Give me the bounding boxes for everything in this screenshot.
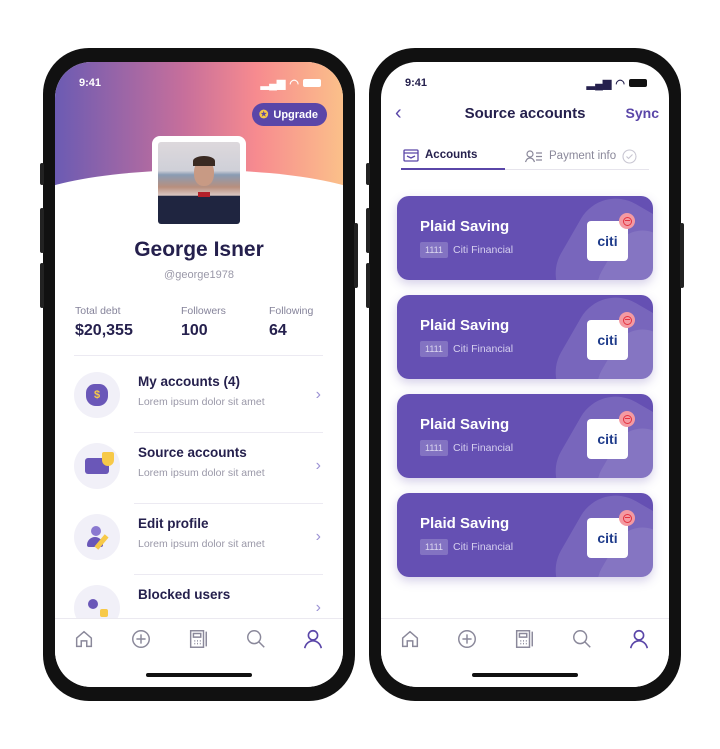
tab-payment-info[interactable]: Payment info <box>525 142 637 170</box>
status-time: 9:41 <box>405 77 428 89</box>
user-icon[interactable] <box>302 628 324 650</box>
menu-subtitle: Lorem ipsum dolor sit amet <box>138 396 265 408</box>
card-number: 1111 <box>420 440 449 456</box>
tab-label: Accounts <box>425 149 478 161</box>
chevron-right-icon: › <box>315 599 321 616</box>
card-title: Plaid Saving <box>420 218 510 235</box>
user-icon[interactable] <box>628 628 650 650</box>
card-bank: Citi Financial <box>453 244 514 256</box>
user-handle: @george1978 <box>164 269 234 281</box>
stat-total-debt: Total debt $20,355 <box>75 305 133 340</box>
money-bag-icon: $ <box>74 372 120 418</box>
medal-icon: ✪ <box>259 109 269 121</box>
search-icon[interactable] <box>571 628 593 650</box>
user-list-icon <box>525 149 542 162</box>
account-card[interactable]: Plaid Saving 1111 Citi Financial citi <box>397 493 653 577</box>
remove-icon[interactable] <box>619 510 635 526</box>
tab-bar: Accounts Payment info <box>401 142 649 170</box>
chevron-right-icon: › <box>315 386 321 403</box>
sync-button[interactable]: Sync <box>626 105 659 121</box>
status-bar: 9:41 ▂▄▆ ◠ <box>79 76 321 90</box>
battery-icon <box>303 79 321 87</box>
menu-my-accounts[interactable]: $ My accounts (4) Lorem ipsum dolor sit … <box>74 362 323 433</box>
status-time: 9:41 <box>79 77 102 89</box>
chevron-right-icon: › <box>315 528 321 545</box>
remove-icon[interactable] <box>619 312 635 328</box>
menu-title: My accounts (4) <box>138 374 241 389</box>
card-title: Plaid Saving <box>420 317 510 334</box>
check-circle-icon <box>622 148 637 164</box>
account-card[interactable]: Plaid Saving 1111 Citi Financial citi <box>397 196 653 280</box>
signal-icon: ▂▄▆ <box>260 77 286 90</box>
menu-title: Source accounts <box>138 445 247 460</box>
stat-label: Following <box>269 305 314 317</box>
menu-subtitle: Lorem ipsum dolor sit amet <box>138 467 265 479</box>
stat-value: $20,355 <box>75 322 133 339</box>
phone-profile: 9:41 ▂▄▆ ◠ ✪ Upgrade George Isner @george… <box>40 48 358 701</box>
stat-followers[interactable]: Followers 100 <box>181 305 226 340</box>
battery-icon <box>629 79 647 87</box>
card-shield-icon <box>74 443 120 489</box>
status-bar: 9:41 ▂▄▆ ◠ <box>405 76 647 90</box>
home-indicator <box>472 673 578 677</box>
menu-source-accounts[interactable]: Source accounts Lorem ipsum dolor sit am… <box>74 433 323 504</box>
wifi-icon: ◠ <box>289 77 299 90</box>
card-bank: Citi Financial <box>453 343 514 355</box>
calculator-icon[interactable] <box>187 628 209 650</box>
remove-icon[interactable] <box>619 411 635 427</box>
user-name: George Isner <box>134 238 264 261</box>
stat-value: 64 <box>269 322 287 339</box>
wifi-icon: ◠ <box>615 77 625 90</box>
account-card[interactable]: Plaid Saving 1111 Citi Financial citi <box>397 295 653 379</box>
menu-subtitle: Lorem ipsum dolor sit amet <box>138 538 265 550</box>
card-number: 1111 <box>420 539 449 555</box>
menu-title: Edit profile <box>138 516 209 531</box>
menu-edit-profile[interactable]: Edit profile Lorem ipsum dolor sit amet … <box>74 504 323 575</box>
stat-value: 100 <box>181 322 208 339</box>
card-title: Plaid Saving <box>420 515 510 532</box>
upgrade-button[interactable]: ✪ Upgrade <box>252 103 327 126</box>
home-indicator <box>146 673 252 677</box>
account-card[interactable]: Plaid Saving 1111 Citi Financial citi <box>397 394 653 478</box>
stat-label: Total debt <box>75 305 121 317</box>
stat-following[interactable]: Following 64 <box>269 305 313 340</box>
avatar[interactable] <box>152 136 246 230</box>
user-edit-icon <box>74 514 120 560</box>
tab-label: Payment info <box>549 150 617 162</box>
signal-icon: ▂▄▆ <box>586 77 612 90</box>
search-icon[interactable] <box>245 628 267 650</box>
chevron-right-icon: › <box>315 457 321 474</box>
upgrade-label: Upgrade <box>273 108 318 121</box>
card-number: 1111 <box>420 242 449 258</box>
card-bank: Citi Financial <box>453 442 514 454</box>
card-number: 1111 <box>420 341 449 357</box>
plus-circle-icon[interactable] <box>130 628 152 650</box>
stat-label: Followers <box>181 305 226 317</box>
home-icon[interactable] <box>399 628 421 650</box>
remove-icon[interactable] <box>619 213 635 229</box>
card-bank: Citi Financial <box>453 541 514 553</box>
menu-title: Blocked users <box>138 587 231 602</box>
profile-screen: 9:41 ▂▄▆ ◠ ✪ Upgrade George Isner @george… <box>55 62 343 687</box>
card-title: Plaid Saving <box>420 416 510 433</box>
phone-source-accounts: 9:41 ▂▄▆ ◠ ‹ Source accounts Sync Account… <box>366 48 684 701</box>
tab-accounts[interactable]: Accounts <box>401 142 505 170</box>
calculator-icon[interactable] <box>513 628 535 650</box>
source-accounts-screen: 9:41 ▂▄▆ ◠ ‹ Source accounts Sync Account… <box>381 62 669 687</box>
wallet-icon <box>403 148 419 162</box>
home-icon[interactable] <box>73 628 95 650</box>
plus-circle-icon[interactable] <box>456 628 478 650</box>
